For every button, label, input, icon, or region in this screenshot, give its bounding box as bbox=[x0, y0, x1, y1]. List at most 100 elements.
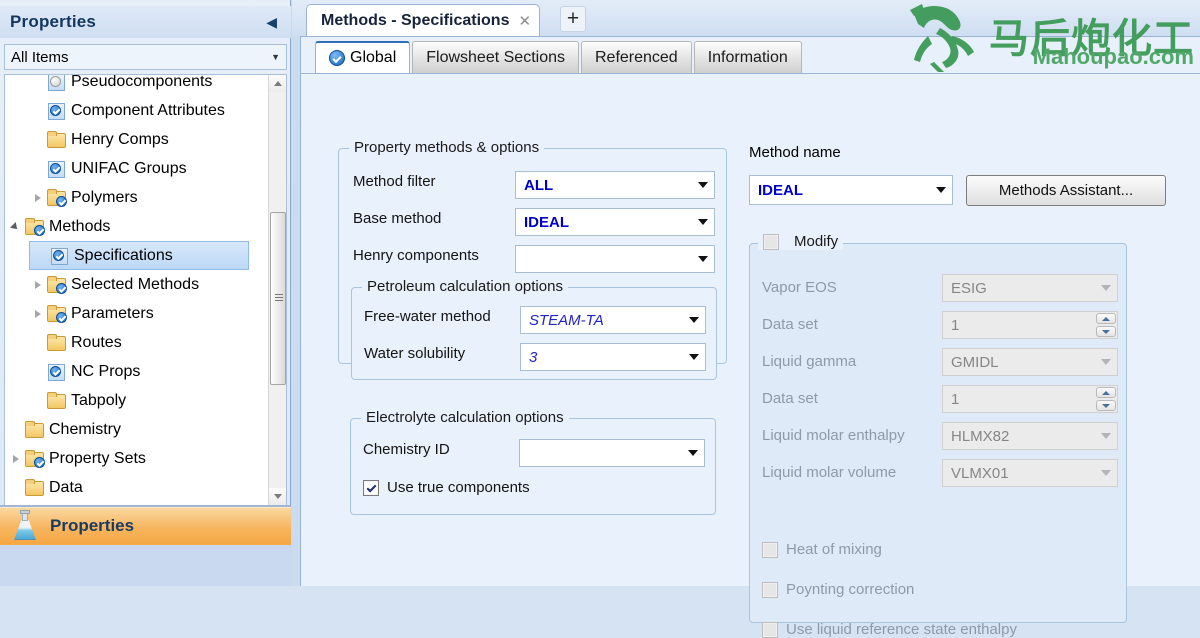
tab-information[interactable]: Information bbox=[693, 41, 802, 73]
expander-open-icon[interactable] bbox=[9, 220, 23, 234]
property-methods-group: Property methods & options Method filter… bbox=[338, 139, 727, 380]
tree-item-data[interactable]: Data bbox=[5, 473, 267, 502]
tree-item-pseudocomponents[interactable]: Pseudocomponents bbox=[5, 75, 267, 96]
scrollbar-thumb[interactable] bbox=[270, 212, 286, 385]
tree-item-unifac-groups[interactable]: UNIFAC Groups bbox=[5, 154, 267, 183]
method-name-dropdown[interactable]: IDEAL bbox=[749, 175, 953, 205]
modify-group-header[interactable]: Modify bbox=[758, 233, 844, 250]
tree-item-henry-comps[interactable]: Henry Comps bbox=[5, 125, 267, 154]
tree-item-component-attributes[interactable]: Component Attributes bbox=[5, 96, 267, 125]
tab-referenced[interactable]: Referenced bbox=[580, 41, 692, 73]
henry-components-dropdown[interactable] bbox=[515, 245, 715, 273]
use-liquid-reference-state-enthalpy-checkbox[interactable] bbox=[762, 621, 778, 638]
chevron-down-icon bbox=[692, 209, 714, 235]
water-solubility-label: Water solubility bbox=[364, 345, 466, 362]
new-tab-button[interactable]: + bbox=[560, 6, 586, 32]
folder-icon bbox=[24, 479, 44, 496]
main-content-area: Methods - Specifications ✕ + Global Flows… bbox=[292, 0, 1200, 638]
water-solubility-dropdown[interactable]: 3 bbox=[520, 343, 706, 371]
tree-item-label: NC Props bbox=[71, 362, 141, 380]
use-liquid-reference-state-enthalpy-row[interactable]: Use liquid reference state enthalpy bbox=[762, 621, 1017, 638]
blue-check-icon bbox=[329, 50, 345, 66]
folder-check-icon bbox=[24, 218, 45, 236]
check-badge-icon bbox=[53, 250, 64, 261]
stepper-up-icon[interactable] bbox=[1096, 313, 1116, 324]
check-badge-icon bbox=[56, 312, 67, 323]
heat-of-mixing-label: Heat of mixing bbox=[786, 541, 882, 558]
chevron-down-icon bbox=[1095, 423, 1117, 449]
folder-icon bbox=[46, 131, 66, 148]
close-icon[interactable]: ✕ bbox=[518, 12, 531, 30]
collapse-panel-icon[interactable]: ◀ bbox=[262, 13, 281, 31]
expander-closed-icon[interactable] bbox=[31, 307, 45, 321]
tree-item-label: Polymers bbox=[71, 188, 138, 206]
chevron-down-icon bbox=[692, 172, 714, 198]
properties-nav-button[interactable]: Properties bbox=[0, 505, 291, 545]
tree-item-chemistry[interactable]: Chemistry bbox=[5, 415, 267, 444]
free-water-method-dropdown[interactable]: STEAM-TA bbox=[520, 306, 706, 334]
methods-assistant-button[interactable]: Methods Assistant... bbox=[966, 175, 1166, 206]
liquid-gamma-value: GMIDL bbox=[951, 353, 999, 371]
poynting-correction-row[interactable]: Poynting correction bbox=[762, 581, 914, 598]
tree-item-parameters[interactable]: Parameters bbox=[5, 299, 267, 328]
scrollbar-grip-icon bbox=[275, 293, 283, 304]
form-container: Global Flowsheet Sections Referenced Inform… bbox=[300, 36, 1200, 638]
tree-item-label: Specifications bbox=[74, 246, 173, 264]
check-badge-icon bbox=[34, 225, 45, 236]
form-check-icon bbox=[46, 102, 66, 120]
scroll-up-arrow-icon[interactable] bbox=[269, 75, 286, 92]
expander-closed-icon[interactable] bbox=[9, 452, 23, 466]
liquid-molar-volume-dropdown[interactable]: VLMX01 bbox=[942, 459, 1118, 487]
vapor-eos-dropdown[interactable]: ESIG bbox=[942, 274, 1118, 302]
liquid-molar-volume-label: Liquid molar volume bbox=[762, 464, 897, 481]
expander-closed-icon[interactable] bbox=[31, 191, 45, 205]
stepper-down-icon[interactable] bbox=[1096, 400, 1116, 411]
expander-closed-icon[interactable] bbox=[31, 278, 45, 292]
liquid-gamma-dropdown[interactable]: GMIDL bbox=[942, 348, 1118, 376]
tree-item-selected-methods[interactable]: Selected Methods bbox=[5, 270, 267, 299]
tree-item-polymers[interactable]: Polymers bbox=[5, 183, 267, 212]
tree-item-label: Parameters bbox=[71, 304, 154, 322]
use-true-components-row[interactable]: Use true components bbox=[363, 479, 530, 496]
use-true-components-checkbox[interactable] bbox=[363, 479, 379, 496]
application-window: Properties ◀ All Items ▼ Pseudocomponent… bbox=[0, 0, 1200, 638]
tree-item-methods[interactable]: Methods bbox=[5, 212, 267, 241]
group-title: Electrolyte calculation options bbox=[361, 409, 569, 426]
water-solubility-value: 3 bbox=[529, 348, 538, 366]
folder-check-icon bbox=[24, 450, 45, 468]
folder-check-icon bbox=[46, 189, 67, 207]
chevron-down-icon: ▼ bbox=[271, 52, 280, 62]
data-set-2-stepper[interactable]: 1 bbox=[942, 385, 1118, 413]
modify-checkbox[interactable] bbox=[763, 233, 779, 250]
all-items-filter-dropdown[interactable]: All Items ▼ bbox=[4, 44, 287, 70]
tree-item-tabpoly[interactable]: Tabpoly bbox=[5, 386, 267, 415]
tree-item-label: Component Attributes bbox=[71, 101, 225, 119]
form-check-icon bbox=[46, 160, 66, 178]
chemistry-id-dropdown[interactable] bbox=[519, 439, 705, 467]
heat-of-mixing-row[interactable]: Heat of mixing bbox=[762, 541, 882, 558]
check-badge-icon bbox=[34, 457, 45, 468]
stepper-down-icon[interactable] bbox=[1096, 326, 1116, 337]
navigation-tree[interactable]: Pseudocomponents Component Attributes Henr… bbox=[4, 74, 287, 506]
base-method-dropdown[interactable]: IDEAL bbox=[515, 208, 715, 236]
tree-item-nc-props[interactable]: NC Props bbox=[5, 357, 267, 386]
tab-label: Information bbox=[707, 48, 788, 66]
tab-global[interactable]: Global bbox=[315, 41, 411, 73]
form-grey-icon bbox=[46, 75, 66, 91]
tree-item-routes[interactable]: Routes bbox=[5, 328, 267, 357]
heat-of-mixing-checkbox[interactable] bbox=[762, 541, 778, 558]
tab-flowsheet-sections[interactable]: Flowsheet Sections bbox=[412, 41, 579, 73]
use-true-components-label: Use true components bbox=[387, 479, 530, 496]
document-tab-methods-specifications[interactable]: Methods - Specifications ✕ bbox=[306, 4, 541, 36]
liquid-molar-enthalpy-dropdown[interactable]: HLMX82 bbox=[942, 422, 1118, 450]
stepper-up-icon[interactable] bbox=[1096, 387, 1116, 398]
chevron-down-icon bbox=[930, 176, 952, 204]
tree-item-specifications[interactable]: Specifications bbox=[29, 241, 249, 270]
data-set-1-stepper[interactable]: 1 bbox=[942, 311, 1118, 339]
tree-vertical-scrollbar[interactable] bbox=[268, 75, 286, 505]
poynting-correction-checkbox[interactable] bbox=[762, 581, 778, 598]
scroll-down-arrow-icon[interactable] bbox=[269, 488, 286, 505]
tree-item-property-sets[interactable]: Property Sets bbox=[5, 444, 267, 473]
method-filter-dropdown[interactable]: ALL bbox=[515, 171, 715, 199]
